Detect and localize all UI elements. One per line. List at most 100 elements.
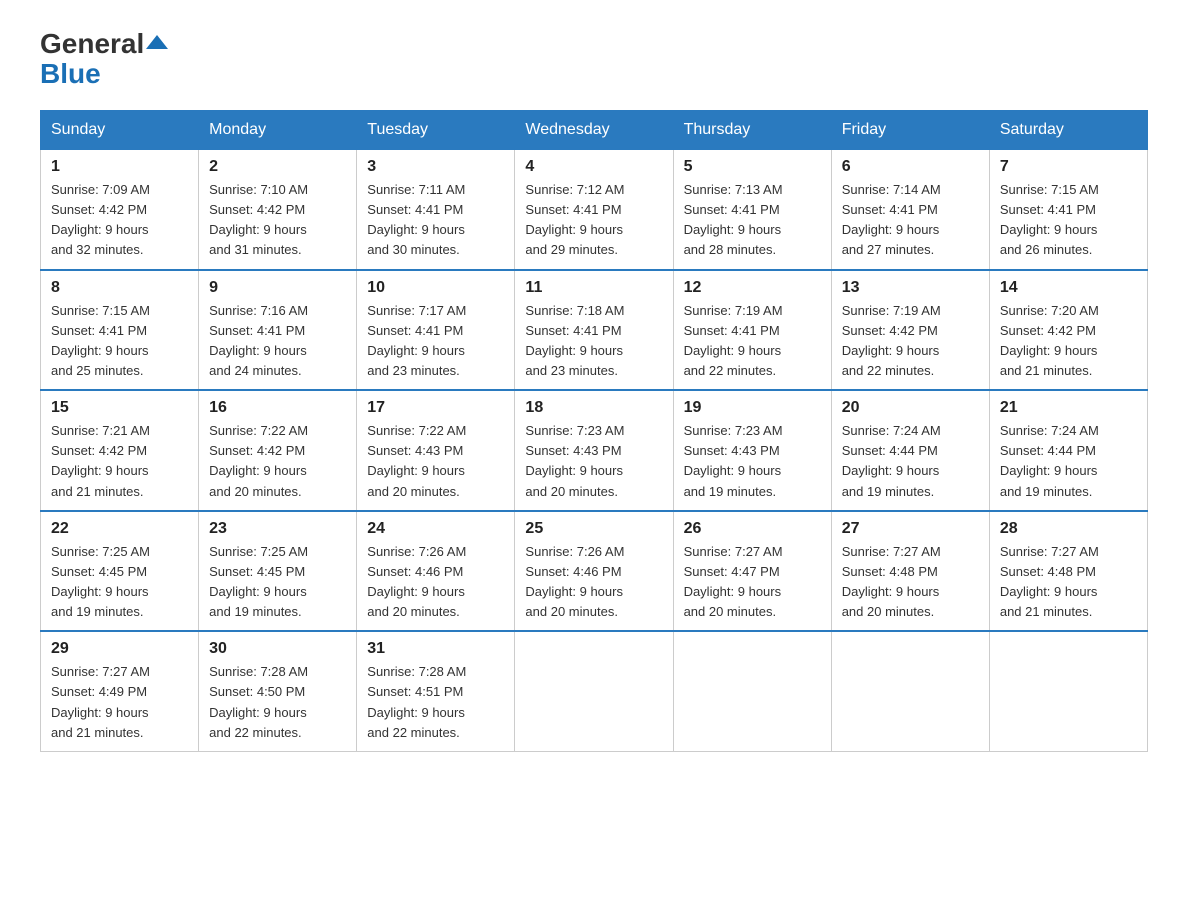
- weekday-header-row: SundayMondayTuesdayWednesdayThursdayFrid…: [41, 111, 1148, 150]
- logo: General Blue: [40, 30, 168, 90]
- day-number: 13: [842, 279, 979, 297]
- calendar-cell: 15 Sunrise: 7:21 AM Sunset: 4:42 PM Dayl…: [41, 390, 199, 511]
- day-number: 10: [367, 279, 504, 297]
- calendar-cell: [831, 631, 989, 751]
- logo-icon: [146, 31, 168, 53]
- day-info: Sunrise: 7:23 AM Sunset: 4:43 PM Dayligh…: [684, 421, 821, 502]
- day-number: 20: [842, 399, 979, 417]
- calendar-table: SundayMondayTuesdayWednesdayThursdayFrid…: [40, 110, 1148, 752]
- day-info: Sunrise: 7:15 AM Sunset: 4:41 PM Dayligh…: [1000, 180, 1137, 261]
- day-info: Sunrise: 7:25 AM Sunset: 4:45 PM Dayligh…: [209, 542, 346, 623]
- calendar-cell: 28 Sunrise: 7:27 AM Sunset: 4:48 PM Dayl…: [989, 511, 1147, 632]
- calendar-cell: 9 Sunrise: 7:16 AM Sunset: 4:41 PM Dayli…: [199, 270, 357, 391]
- weekday-header-thursday: Thursday: [673, 111, 831, 150]
- day-number: 21: [1000, 399, 1137, 417]
- calendar-cell: 24 Sunrise: 7:26 AM Sunset: 4:46 PM Dayl…: [357, 511, 515, 632]
- calendar-cell: 23 Sunrise: 7:25 AM Sunset: 4:45 PM Dayl…: [199, 511, 357, 632]
- day-info: Sunrise: 7:20 AM Sunset: 4:42 PM Dayligh…: [1000, 301, 1137, 382]
- weekday-header-sunday: Sunday: [41, 111, 199, 150]
- day-info: Sunrise: 7:27 AM Sunset: 4:47 PM Dayligh…: [684, 542, 821, 623]
- calendar-cell: 2 Sunrise: 7:10 AM Sunset: 4:42 PM Dayli…: [199, 150, 357, 270]
- day-number: 22: [51, 520, 188, 538]
- day-number: 19: [684, 399, 821, 417]
- calendar-cell: 12 Sunrise: 7:19 AM Sunset: 4:41 PM Dayl…: [673, 270, 831, 391]
- calendar-cell: 19 Sunrise: 7:23 AM Sunset: 4:43 PM Dayl…: [673, 390, 831, 511]
- calendar-week-row: 8 Sunrise: 7:15 AM Sunset: 4:41 PM Dayli…: [41, 270, 1148, 391]
- day-info: Sunrise: 7:22 AM Sunset: 4:43 PM Dayligh…: [367, 421, 504, 502]
- day-number: 11: [525, 279, 662, 297]
- day-number: 7: [1000, 158, 1137, 176]
- day-number: 26: [684, 520, 821, 538]
- day-number: 25: [525, 520, 662, 538]
- calendar-cell: 14 Sunrise: 7:20 AM Sunset: 4:42 PM Dayl…: [989, 270, 1147, 391]
- calendar-cell: 22 Sunrise: 7:25 AM Sunset: 4:45 PM Dayl…: [41, 511, 199, 632]
- calendar-cell: 6 Sunrise: 7:14 AM Sunset: 4:41 PM Dayli…: [831, 150, 989, 270]
- day-number: 24: [367, 520, 504, 538]
- calendar-cell: 4 Sunrise: 7:12 AM Sunset: 4:41 PM Dayli…: [515, 150, 673, 270]
- day-info: Sunrise: 7:28 AM Sunset: 4:50 PM Dayligh…: [209, 662, 346, 743]
- day-number: 27: [842, 520, 979, 538]
- day-number: 8: [51, 279, 188, 297]
- day-info: Sunrise: 7:22 AM Sunset: 4:42 PM Dayligh…: [209, 421, 346, 502]
- day-info: Sunrise: 7:11 AM Sunset: 4:41 PM Dayligh…: [367, 180, 504, 261]
- day-number: 2: [209, 158, 346, 176]
- day-number: 30: [209, 640, 346, 658]
- day-number: 18: [525, 399, 662, 417]
- calendar-week-row: 1 Sunrise: 7:09 AM Sunset: 4:42 PM Dayli…: [41, 150, 1148, 270]
- calendar-cell: 18 Sunrise: 7:23 AM Sunset: 4:43 PM Dayl…: [515, 390, 673, 511]
- day-number: 23: [209, 520, 346, 538]
- day-info: Sunrise: 7:23 AM Sunset: 4:43 PM Dayligh…: [525, 421, 662, 502]
- calendar-week-row: 15 Sunrise: 7:21 AM Sunset: 4:42 PM Dayl…: [41, 390, 1148, 511]
- weekday-header-monday: Monday: [199, 111, 357, 150]
- calendar-cell: 17 Sunrise: 7:22 AM Sunset: 4:43 PM Dayl…: [357, 390, 515, 511]
- day-info: Sunrise: 7:13 AM Sunset: 4:41 PM Dayligh…: [684, 180, 821, 261]
- weekday-header-saturday: Saturday: [989, 111, 1147, 150]
- day-info: Sunrise: 7:15 AM Sunset: 4:41 PM Dayligh…: [51, 301, 188, 382]
- day-number: 15: [51, 399, 188, 417]
- weekday-header-tuesday: Tuesday: [357, 111, 515, 150]
- calendar-cell: [989, 631, 1147, 751]
- day-info: Sunrise: 7:28 AM Sunset: 4:51 PM Dayligh…: [367, 662, 504, 743]
- day-info: Sunrise: 7:26 AM Sunset: 4:46 PM Dayligh…: [367, 542, 504, 623]
- day-info: Sunrise: 7:25 AM Sunset: 4:45 PM Dayligh…: [51, 542, 188, 623]
- weekday-header-wednesday: Wednesday: [515, 111, 673, 150]
- day-number: 14: [1000, 279, 1137, 297]
- day-info: Sunrise: 7:10 AM Sunset: 4:42 PM Dayligh…: [209, 180, 346, 261]
- calendar-cell: [673, 631, 831, 751]
- day-number: 16: [209, 399, 346, 417]
- day-info: Sunrise: 7:18 AM Sunset: 4:41 PM Dayligh…: [525, 301, 662, 382]
- logo-text-blue: Blue: [40, 58, 101, 90]
- calendar-cell: 7 Sunrise: 7:15 AM Sunset: 4:41 PM Dayli…: [989, 150, 1147, 270]
- day-info: Sunrise: 7:26 AM Sunset: 4:46 PM Dayligh…: [525, 542, 662, 623]
- day-number: 12: [684, 279, 821, 297]
- calendar-cell: 10 Sunrise: 7:17 AM Sunset: 4:41 PM Dayl…: [357, 270, 515, 391]
- calendar-cell: 21 Sunrise: 7:24 AM Sunset: 4:44 PM Dayl…: [989, 390, 1147, 511]
- day-info: Sunrise: 7:24 AM Sunset: 4:44 PM Dayligh…: [842, 421, 979, 502]
- day-info: Sunrise: 7:14 AM Sunset: 4:41 PM Dayligh…: [842, 180, 979, 261]
- calendar-cell: 27 Sunrise: 7:27 AM Sunset: 4:48 PM Dayl…: [831, 511, 989, 632]
- day-number: 29: [51, 640, 188, 658]
- calendar-cell: 25 Sunrise: 7:26 AM Sunset: 4:46 PM Dayl…: [515, 511, 673, 632]
- day-info: Sunrise: 7:19 AM Sunset: 4:41 PM Dayligh…: [684, 301, 821, 382]
- day-info: Sunrise: 7:12 AM Sunset: 4:41 PM Dayligh…: [525, 180, 662, 261]
- day-info: Sunrise: 7:16 AM Sunset: 4:41 PM Dayligh…: [209, 301, 346, 382]
- calendar-week-row: 22 Sunrise: 7:25 AM Sunset: 4:45 PM Dayl…: [41, 511, 1148, 632]
- calendar-cell: 1 Sunrise: 7:09 AM Sunset: 4:42 PM Dayli…: [41, 150, 199, 270]
- calendar-cell: 29 Sunrise: 7:27 AM Sunset: 4:49 PM Dayl…: [41, 631, 199, 751]
- day-number: 4: [525, 158, 662, 176]
- calendar-cell: 16 Sunrise: 7:22 AM Sunset: 4:42 PM Dayl…: [199, 390, 357, 511]
- day-number: 31: [367, 640, 504, 658]
- day-info: Sunrise: 7:27 AM Sunset: 4:48 PM Dayligh…: [1000, 542, 1137, 623]
- day-info: Sunrise: 7:19 AM Sunset: 4:42 PM Dayligh…: [842, 301, 979, 382]
- calendar-cell: 3 Sunrise: 7:11 AM Sunset: 4:41 PM Dayli…: [357, 150, 515, 270]
- calendar-cell: 20 Sunrise: 7:24 AM Sunset: 4:44 PM Dayl…: [831, 390, 989, 511]
- day-number: 9: [209, 279, 346, 297]
- calendar-cell: 26 Sunrise: 7:27 AM Sunset: 4:47 PM Dayl…: [673, 511, 831, 632]
- logo-text-general: General: [40, 30, 144, 58]
- day-number: 3: [367, 158, 504, 176]
- weekday-header-friday: Friday: [831, 111, 989, 150]
- day-info: Sunrise: 7:24 AM Sunset: 4:44 PM Dayligh…: [1000, 421, 1137, 502]
- day-number: 1: [51, 158, 188, 176]
- calendar-cell: 30 Sunrise: 7:28 AM Sunset: 4:50 PM Dayl…: [199, 631, 357, 751]
- day-number: 6: [842, 158, 979, 176]
